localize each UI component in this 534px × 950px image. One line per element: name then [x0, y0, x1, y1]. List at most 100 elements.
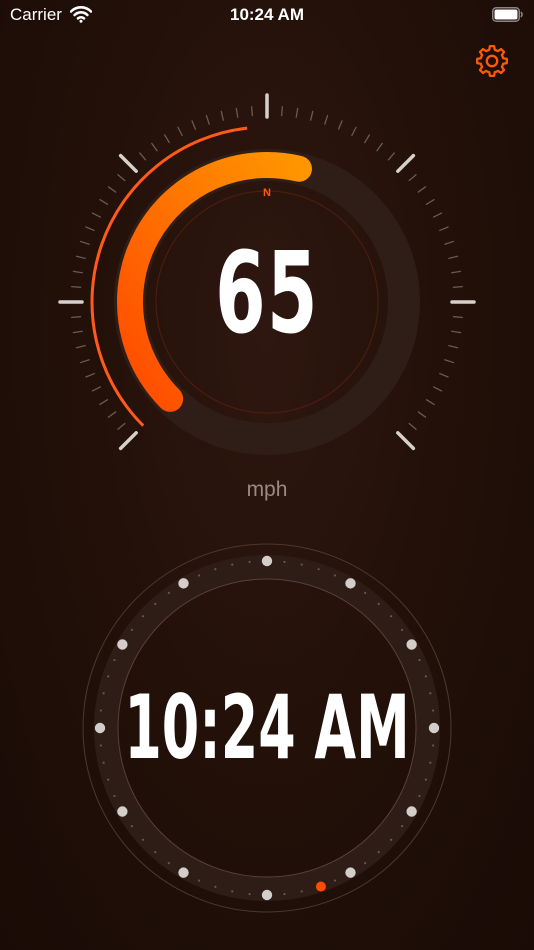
minor-tick	[439, 226, 449, 232]
clock-seconds-indicator	[315, 881, 326, 892]
minute-marker	[113, 658, 116, 662]
minor-tick	[79, 359, 90, 364]
major-tick	[396, 153, 416, 173]
minor-tick	[107, 411, 117, 418]
minor-tick	[425, 198, 435, 205]
minor-tick	[408, 422, 417, 430]
minor-tick	[220, 110, 224, 121]
minor-tick	[324, 114, 329, 125]
minute-marker	[424, 778, 427, 781]
minute-marker	[167, 591, 170, 594]
minor-tick	[439, 372, 449, 378]
minor-tick	[177, 126, 183, 137]
minute-marker	[364, 862, 367, 865]
minute-marker	[377, 602, 380, 605]
hour-marker	[117, 806, 128, 817]
status-bar: Carrier 10:24 AM	[0, 0, 534, 30]
minor-tick	[107, 186, 117, 193]
minute-marker	[424, 675, 427, 678]
major-tick	[118, 431, 138, 451]
minor-tick	[99, 399, 109, 406]
minor-tick	[432, 212, 443, 218]
minor-tick	[417, 186, 427, 193]
minor-tick	[235, 107, 239, 118]
minor-tick	[337, 120, 343, 130]
minor-tick	[151, 142, 158, 152]
minor-tick	[408, 174, 417, 182]
minor-tick	[91, 386, 102, 392]
minor-tick	[295, 107, 299, 118]
gear-icon[interactable]	[474, 43, 510, 79]
minute-marker	[214, 885, 217, 888]
minute-marker	[197, 879, 201, 882]
minute-marker	[130, 825, 133, 828]
minor-tick	[444, 359, 455, 364]
minor-tick	[310, 110, 314, 121]
clock-time: 10:24 AM	[124, 676, 410, 779]
major-tick	[396, 431, 416, 451]
speed-value: 65	[215, 229, 319, 359]
minor-tick	[117, 422, 126, 430]
minute-marker	[283, 560, 286, 564]
minute-marker	[401, 628, 404, 631]
minute-marker	[377, 851, 380, 854]
minute-marker	[248, 892, 251, 896]
status-time: 10:24 AM	[229, 5, 304, 24]
hour-marker	[178, 578, 189, 589]
battery-icon	[492, 7, 523, 22]
minor-tick	[139, 152, 147, 161]
minor-tick	[432, 386, 443, 392]
hour-marker	[406, 806, 417, 817]
minute-marker	[107, 778, 110, 781]
minute-marker	[333, 574, 337, 577]
minute-marker	[418, 658, 421, 662]
minute-marker	[283, 892, 286, 896]
hour-marker	[261, 555, 273, 567]
minute-marker	[130, 628, 133, 631]
minute-marker	[390, 838, 393, 841]
minute-marker	[333, 879, 337, 882]
minute-marker	[154, 602, 157, 605]
minor-tick	[205, 114, 210, 125]
minor-tick	[99, 198, 109, 205]
minute-marker	[317, 568, 320, 571]
minor-tick	[387, 152, 395, 161]
minor-tick	[417, 411, 427, 418]
minute-marker	[141, 838, 144, 841]
hour-marker	[178, 867, 189, 878]
hour-marker	[117, 639, 128, 650]
minor-tick	[281, 105, 284, 117]
minute-marker	[231, 563, 234, 566]
minute-marker	[214, 568, 217, 571]
minute-marker	[231, 890, 234, 893]
minute-marker	[401, 825, 404, 828]
minor-tick	[163, 134, 170, 144]
hour-marker	[345, 867, 356, 878]
minor-tick	[250, 105, 253, 117]
hour-marker	[406, 639, 417, 650]
minute-marker	[364, 591, 367, 594]
minor-tick	[191, 120, 197, 130]
minor-tick	[364, 134, 371, 144]
minute-marker	[300, 563, 303, 566]
minute-marker	[248, 560, 251, 564]
minute-marker	[113, 794, 116, 798]
minute-marker	[167, 862, 170, 865]
minute-marker	[418, 794, 421, 798]
heading-indicator: N	[263, 187, 271, 199]
minor-tick	[85, 372, 95, 378]
minor-tick	[85, 226, 95, 232]
minute-marker	[141, 615, 144, 618]
minute-marker	[300, 890, 303, 893]
minute-marker	[107, 675, 110, 678]
hour-marker	[345, 578, 356, 589]
minor-tick	[117, 174, 126, 182]
minute-marker	[390, 615, 393, 618]
minor-tick	[425, 399, 435, 406]
major-tick	[118, 153, 138, 173]
minute-marker	[154, 851, 157, 854]
minor-tick	[91, 212, 102, 218]
speed-unit: mph	[246, 478, 288, 501]
minor-tick	[376, 142, 383, 152]
minor-tick	[351, 126, 357, 137]
